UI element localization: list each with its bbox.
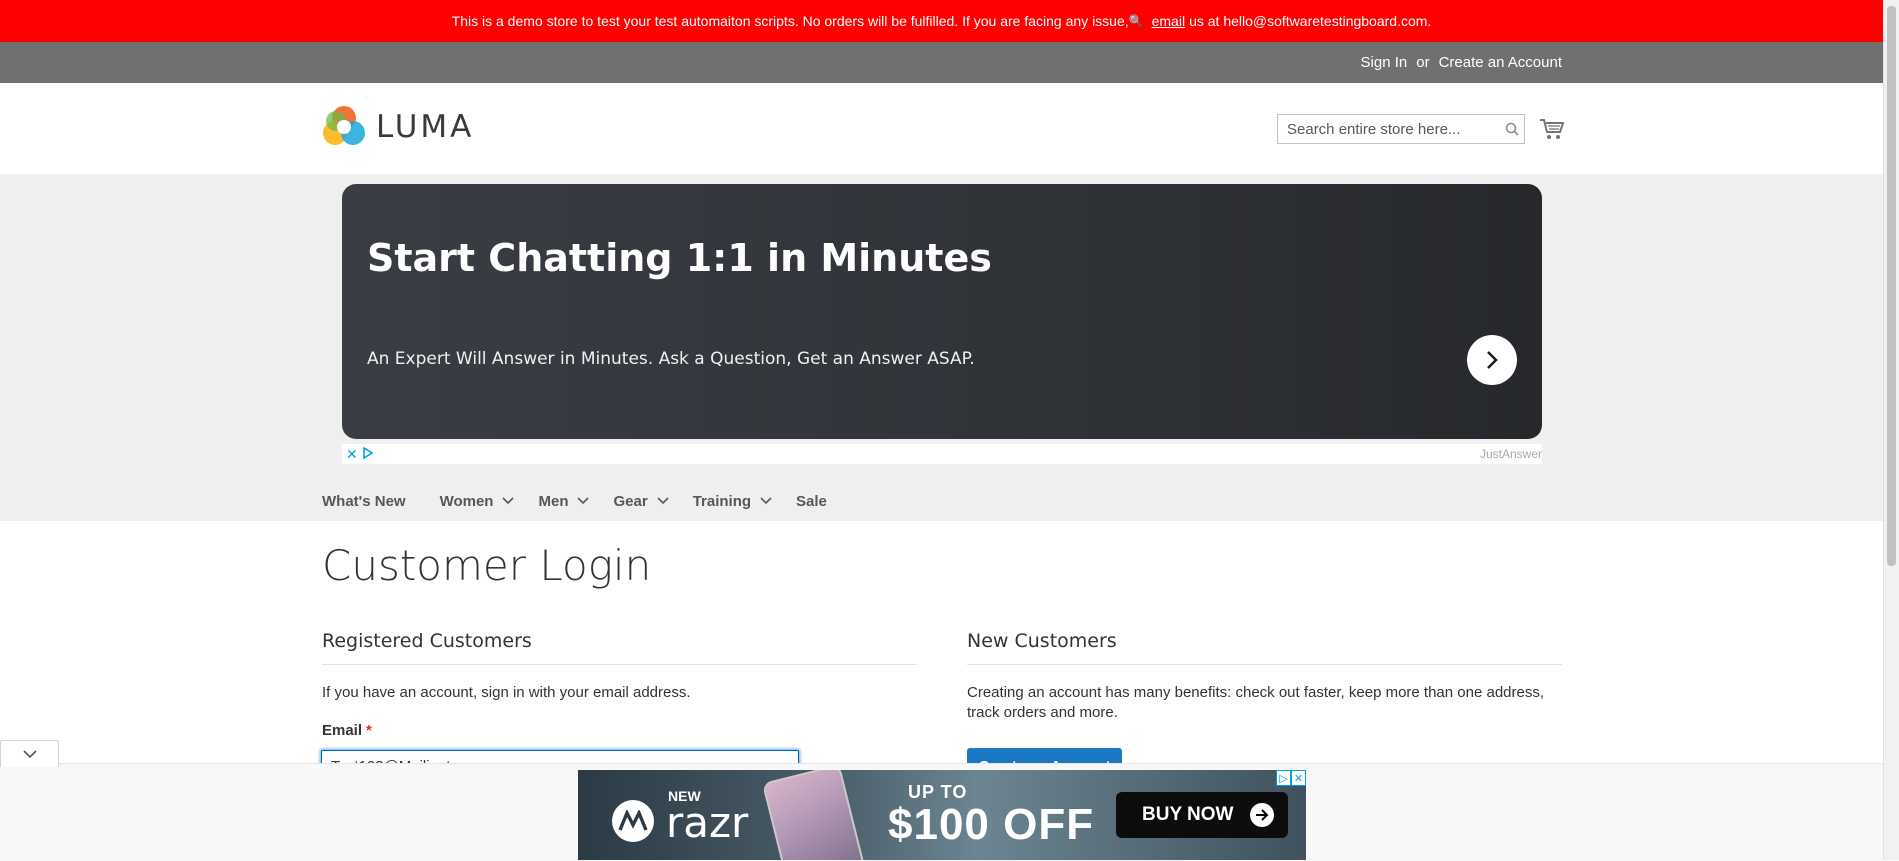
ad-brand: razr — [666, 798, 749, 847]
chevron-down-icon — [22, 750, 37, 759]
email-label: Email * — [322, 722, 372, 739]
header-links: Sign In or Create an Account — [1361, 42, 1562, 83]
required-asterisk: * — [366, 722, 372, 739]
registered-customers-title: Registered Customers — [322, 630, 917, 665]
store-logo[interactable]: LUMA — [322, 105, 474, 149]
collapse-ad-button[interactable] — [0, 740, 59, 767]
demo-email-link[interactable]: email — [1152, 13, 1185, 29]
ad-title: Start Chatting 1:1 in Minutes — [367, 236, 992, 280]
motorola-ad[interactable]: NEW razr UP TO $100 OFF BUY NOW — [578, 770, 1306, 860]
search-input[interactable] — [1278, 116, 1500, 142]
create-account-link[interactable]: Create an Account — [1439, 54, 1562, 71]
main-navigation: What's New Women Men Gear Training Sale — [322, 486, 861, 516]
nav-whats-new[interactable]: What's New — [322, 493, 406, 510]
motorola-logo-icon — [612, 800, 654, 842]
logo-text: LUMA — [376, 109, 475, 145]
page-title: Customer Login — [322, 541, 652, 590]
chevron-down-icon — [577, 497, 590, 505]
ad-advertiser: JustAnswer — [1479, 447, 1542, 461]
cart-icon[interactable] — [1539, 117, 1565, 141]
ad-subtitle: An Expert Will Answer in Minutes. Ask a … — [367, 349, 975, 369]
new-customers-title: New Customers — [967, 630, 1562, 665]
nav-women[interactable]: Women — [440, 493, 515, 510]
buy-now-button[interactable]: BUY NOW — [1116, 792, 1288, 838]
links-separator: or — [1416, 54, 1430, 71]
chevron-down-icon — [657, 497, 669, 505]
demo-notice-text-after: us at hello@softwaretestingboard.com. — [1189, 13, 1432, 29]
nav-men[interactable]: Men — [538, 492, 590, 510]
buy-now-label: BUY NOW — [1142, 804, 1234, 825]
nav-training[interactable]: Training — [693, 493, 772, 510]
phone-image — [761, 770, 867, 860]
main-header: LUMA — [0, 83, 1883, 174]
chevron-down-icon — [760, 497, 772, 505]
nav-label: Sale — [796, 492, 827, 510]
new-customers-note: Creating an account has many benefits: c… — [967, 684, 1545, 721]
chevron-right-icon — [1487, 351, 1498, 369]
panel-header: Sign In or Create an Account — [0, 42, 1883, 83]
page-scrollbar[interactable] — [1883, 0, 1899, 860]
nav-gear[interactable]: Gear — [613, 492, 669, 510]
ad-arrow-button[interactable] — [1467, 335, 1517, 385]
email-label-text: Email — [322, 722, 363, 739]
nav-label: Gear — [613, 492, 648, 510]
key-icon: 🔍 — [1128, 14, 1144, 28]
luma-logo-icon — [323, 106, 365, 145]
ad-footer: ✕ JustAnswer — [342, 444, 1542, 464]
promo-section: Start Chatting 1:1 in Minutes An Expert … — [0, 174, 1883, 521]
search-icon[interactable] — [1500, 117, 1524, 141]
ad-offer: $100 OFF — [888, 800, 1095, 849]
adchoices-icon[interactable]: ▷ — [1276, 770, 1291, 786]
nav-label: What's New — [322, 492, 406, 510]
ad-choices: ▷ ✕ — [1276, 770, 1306, 786]
demo-notice-banner: This is a demo store to test your test a… — [0, 0, 1883, 42]
chevron-down-icon — [502, 497, 515, 505]
search-box — [1277, 114, 1525, 144]
nav-label: Women — [439, 492, 494, 510]
nav-label: Training — [692, 492, 752, 510]
arrow-right-icon — [1250, 803, 1274, 827]
nav-label: Men — [538, 492, 569, 510]
ad-close-icon[interactable]: ✕ — [1291, 770, 1306, 786]
adchoices-icon[interactable] — [362, 446, 374, 460]
demo-notice-text: This is a demo store to test your test a… — [451, 13, 1129, 29]
justanswer-ad[interactable]: Start Chatting 1:1 in Minutes An Expert … — [342, 184, 1542, 439]
nav-sale[interactable]: Sale — [796, 493, 827, 510]
ad-close-icon[interactable]: ✕ — [346, 446, 358, 463]
sign-in-link[interactable]: Sign In — [1361, 54, 1408, 71]
scrollbar-thumb[interactable] — [1887, 6, 1896, 566]
registered-note: If you have an account, sign in with you… — [322, 684, 691, 701]
